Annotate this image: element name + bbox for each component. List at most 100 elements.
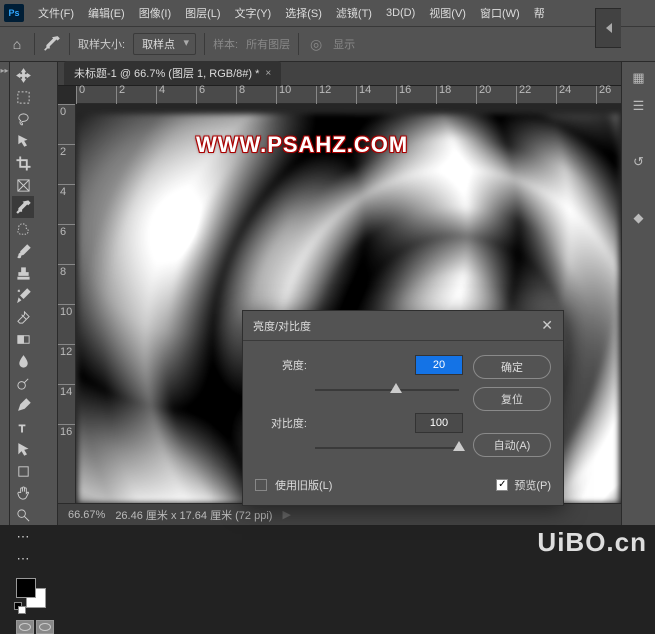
collapse-right-tab[interactable] [595,8,621,48]
zoom-value[interactable]: 66.67% [68,509,105,521]
ruler-tick: 14 [356,86,396,104]
menu-bar: Ps 文件(F) 编辑(E) 图像(I) 图层(L) 文字(Y) 选择(S) 滤… [0,0,655,26]
ruler-vertical: 0246810121416 [58,104,76,503]
status-arrow-icon[interactable]: ▶ [282,508,290,521]
blur-tool[interactable] [12,350,34,372]
separator [34,33,35,55]
screen-mode-icon[interactable] [36,620,54,634]
preview-checkbox[interactable]: ✓ [496,479,508,491]
quick-mask-row [16,620,54,634]
default-colors-icon[interactable] [14,602,28,616]
gradient-tool[interactable] [12,328,34,350]
menu-type[interactable]: 文字(Y) [229,2,278,24]
menu-view[interactable]: 视图(V) [423,2,472,24]
panel-layout-icon[interactable]: ▦ [629,68,649,88]
contrast-label: 对比度: [255,415,307,431]
history-brush-tool[interactable] [12,284,34,306]
ruler-tick: 18 [436,86,476,104]
ruler-tick: 4 [58,184,75,224]
brightness-row: 亮度: 20 [255,355,463,375]
quick-mask-icon[interactable] [16,620,34,634]
extra-tool[interactable]: ⋯ [12,526,34,548]
slider-thumb[interactable] [453,441,465,451]
hand-tool[interactable] [12,482,34,504]
contrast-input[interactable]: 100 [415,413,463,433]
frame-tool[interactable] [12,174,34,196]
ruler-tick: 16 [396,86,436,104]
sample-size-select[interactable]: 取样点 ▾ [133,33,196,55]
ruler-tick: 24 [556,86,596,104]
menu-layer[interactable]: 图层(L) [179,2,226,24]
ruler-tick: 12 [58,344,75,384]
dodge-tool[interactable] [12,372,34,394]
move-tool[interactable] [12,64,34,86]
stamp-tool[interactable] [12,262,34,284]
properties-panel-icon[interactable]: ◆ [629,208,649,228]
ruler-tick: 22 [516,86,556,104]
foreground-color[interactable] [16,578,36,598]
dialog-buttons: 确定 复位 自动(A) [473,355,551,465]
path-select-tool[interactable] [12,438,34,460]
document-tabs: 未标题-1 @ 66.7% (图层 1, RGB/8#) * × [58,62,621,86]
collapse-icon[interactable]: ▸▸ [0,66,8,75]
menu-image[interactable]: 图像(I) [133,2,177,24]
ruler-tick: 8 [236,86,276,104]
separator [69,33,70,55]
shape-tool[interactable] [12,460,34,482]
dialog-footer: 使用旧版(L) ✓ 预览(P) [243,477,563,505]
contrast-slider[interactable] [315,439,459,457]
marquee-tool[interactable] [12,86,34,108]
menu-file[interactable]: 文件(F) [32,2,80,24]
site-watermark: UiBO.cn [537,527,647,558]
brightness-label: 亮度: [255,357,307,373]
menu-window[interactable]: 窗口(W) [474,2,526,24]
lasso-tool[interactable] [12,108,34,130]
ruler-tick: 14 [58,384,75,424]
document-tab[interactable]: 未标题-1 @ 66.7% (图层 1, RGB/8#) * × [64,61,281,85]
brush-tool[interactable] [12,240,34,262]
ruler-tick: 10 [276,86,316,104]
eyedropper-tool-icon[interactable] [43,35,61,53]
dialog-titlebar[interactable]: 亮度/对比度 ✕ [243,311,563,341]
eyedropper-tool[interactable] [12,196,34,218]
image-watermark: WWW.PSAHZ.COM [196,132,408,158]
zoom-tool[interactable] [12,504,34,526]
crop-tool[interactable] [12,152,34,174]
auto-button[interactable]: 自动(A) [473,433,551,457]
right-panel: ▦ ☰ ↺ ◆ [621,62,655,525]
ruler-tick: 0 [76,86,116,104]
quick-select-tool[interactable] [12,130,34,152]
menu-select[interactable]: 选择(S) [279,2,328,24]
ruler-tick: 10 [58,304,75,344]
ok-button[interactable]: 确定 [473,355,551,379]
dialog-close-icon[interactable]: ✕ [541,317,553,334]
patch-tool[interactable] [12,218,34,240]
menu-3d[interactable]: 3D(D) [380,4,421,22]
eraser-tool[interactable] [12,306,34,328]
menu-filter[interactable]: 滤镜(T) [330,2,378,24]
home-icon[interactable]: ⌂ [8,35,26,53]
edit-toolbar[interactable]: ⋯ [12,548,34,570]
close-tab-icon[interactable]: × [265,68,271,79]
slider-track [315,447,459,449]
toolbox: T ⋯ ⋯ [10,62,58,525]
brightness-slider[interactable] [315,381,459,399]
ruler-tick: 2 [58,144,75,184]
pen-tool[interactable] [12,394,34,416]
contrast-row: 对比度: 100 [255,413,463,433]
reset-button[interactable]: 复位 [473,387,551,411]
type-tool[interactable]: T [12,416,34,438]
legacy-checkbox[interactable] [255,479,267,491]
ruler-tick: 20 [476,86,516,104]
menu-edit[interactable]: 编辑(E) [82,2,131,24]
color-swatches[interactable] [12,576,55,616]
slider-thumb[interactable] [390,383,402,393]
doc-dimensions: 26.46 厘米 x 17.64 厘米 (72 ppi) [115,507,272,523]
history-panel-icon[interactable]: ↺ [629,152,649,172]
app-badge: Ps [4,4,24,22]
menu-help[interactable]: 帮 [528,2,551,24]
preview-label: 预览(P) [514,477,551,493]
brightness-input[interactable]: 20 [415,355,463,375]
ruler-tick: 0 [58,104,75,144]
dialog-title: 亮度/对比度 [253,318,311,334]
